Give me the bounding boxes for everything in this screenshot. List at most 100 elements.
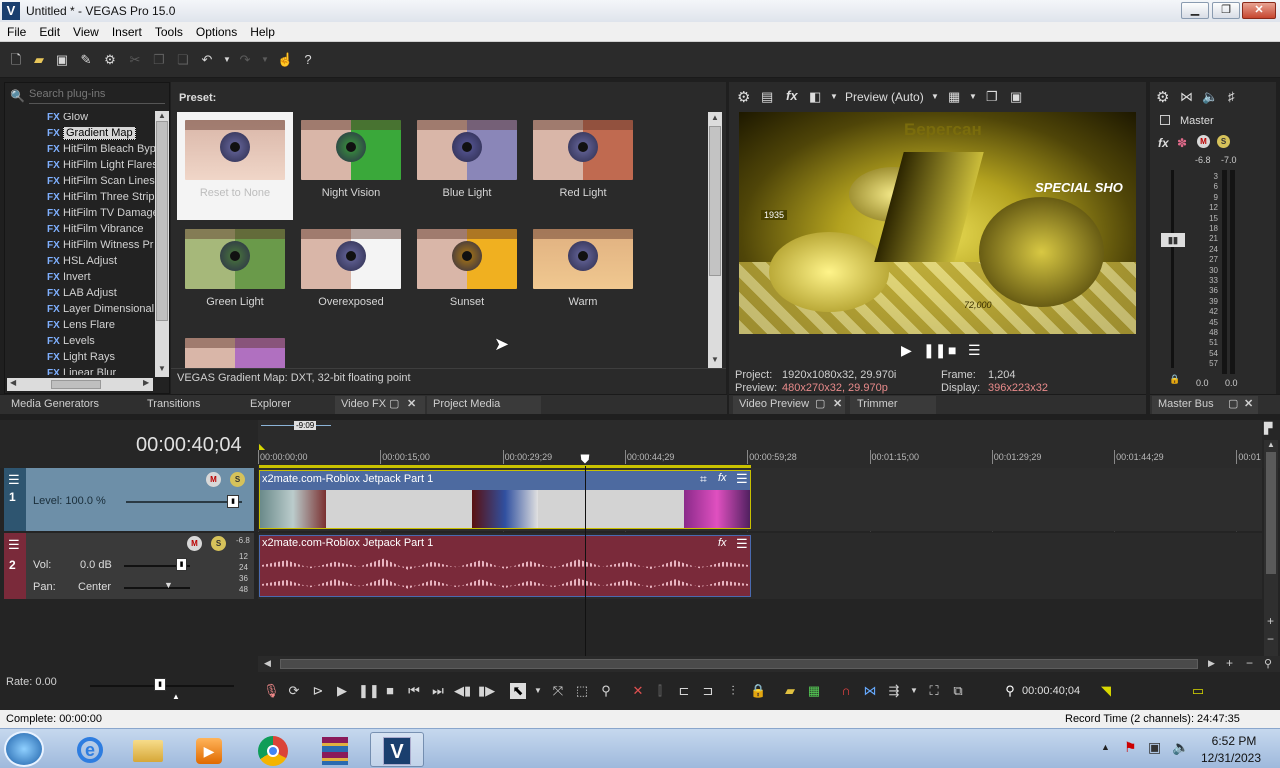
save-as-icon[interactable]: ✎ (78, 52, 94, 68)
file-explorer-icon[interactable] (121, 732, 175, 767)
scroll-right-icon[interactable]: ▶ (143, 378, 149, 387)
track-2-pan-slider-handle[interactable]: ▼ (164, 580, 173, 590)
track-1-solo-icon[interactable]: S (230, 472, 245, 487)
track-1-level-slider-handle[interactable]: ▮ (227, 495, 239, 508)
timeline-scroll-right-icon[interactable]: ▶ (1208, 658, 1215, 669)
master-automation-icon[interactable]: ✽ (1177, 136, 1187, 150)
cursor-position-time[interactable]: 00:00:40;04 (1022, 685, 1080, 697)
whats-this-help-icon[interactable]: ? (300, 52, 316, 68)
video-clip-menu-icon[interactable]: ☰ (736, 471, 748, 487)
go-to-start-icon[interactable]: ⏮ (406, 683, 422, 699)
preset-thumbnail[interactable] (177, 330, 293, 368)
copy-snapshot-icon[interactable]: ❐ (986, 89, 998, 105)
downmix-icon[interactable]: ⋈ (1180, 89, 1193, 105)
selection-tool-icon[interactable]: ⬚ (574, 683, 590, 699)
master-mute-icon[interactable]: M (1197, 135, 1210, 148)
menu-insert[interactable]: Insert (105, 22, 148, 39)
tab-trimmer[interactable]: Trimmer (850, 396, 936, 414)
preview-pause-icon[interactable]: ❚❚ (923, 342, 946, 359)
trim-end-icon[interactable]: ⊐ (700, 683, 716, 699)
go-to-end-icon[interactable]: ⏭ (430, 683, 446, 699)
save-snapshot-icon[interactable]: ▣ (1010, 89, 1022, 105)
preset-thumbnail[interactable]: Green Light (177, 221, 293, 329)
tab-transitions[interactable]: Transitions (147, 398, 200, 410)
plugin-item[interactable]: FX Levels (47, 335, 155, 350)
menu-file[interactable]: File (0, 22, 32, 39)
redo-icon[interactable]: ↷ (237, 52, 253, 68)
menu-edit[interactable]: Edit (32, 22, 66, 39)
plugin-item[interactable]: FX Gradient Map (47, 127, 155, 142)
new-file-icon[interactable]: 🗋 (8, 52, 24, 68)
preview-quality-dropdown[interactable]: Preview (Auto) (845, 90, 924, 104)
preview-settings-gear-icon[interactable]: ⚙ (737, 88, 750, 106)
lock-envelopes-icon[interactable]: ⛶ (926, 683, 942, 699)
auto-ripple-icon[interactable]: ⇶ (886, 683, 902, 699)
play-from-start-icon[interactable]: ⊳ (310, 683, 326, 699)
timeline-hscroll-thumb[interactable] (280, 659, 1198, 669)
plugin-item[interactable]: FX HitFilm Light Flares (47, 159, 155, 174)
volume-icon[interactable]: 🔈 (1172, 739, 1189, 756)
plugin-item[interactable]: FX HitFilm Bleach Byp (47, 143, 155, 158)
close-button[interactable]: ✕ (1242, 2, 1276, 19)
timeline-timecode[interactable]: 00:00:40;04 (136, 434, 242, 457)
track-1-mute-icon[interactable]: M (206, 472, 221, 487)
start-button-icon[interactable] (4, 731, 44, 767)
plugin-item[interactable]: FX LAB Adjust (47, 287, 155, 302)
minimize-button[interactable]: ▁ (1181, 2, 1209, 19)
previous-frame-icon[interactable]: ◀▮ (454, 683, 471, 699)
tab-project-media[interactable]: Project Media (427, 396, 541, 414)
tab-master-bus-close-icon[interactable]: ✕ (1244, 396, 1253, 412)
timeline-vscroll-thumb[interactable] (1266, 452, 1276, 574)
tab-video-fx[interactable]: Video FX ▢ ✕ (335, 396, 425, 414)
clock-time[interactable]: 6:52 PM (1205, 734, 1263, 748)
preset-scroll-down-icon[interactable]: ▼ (711, 355, 719, 364)
preset-thumbnail[interactable]: Blue Light (409, 112, 525, 220)
master-fx-icon[interactable]: fx (1158, 136, 1169, 150)
preset-scroll-thumb[interactable] (709, 126, 721, 276)
tab-video-fx-undock-icon[interactable]: ▢ (389, 396, 399, 412)
plugin-item[interactable]: FX Lens Flare (47, 319, 155, 334)
media-player-icon[interactable]: ▶ (182, 732, 236, 767)
track-1-menu-icon[interactable]: ☰ (8, 472, 20, 488)
preset-thumbnail[interactable]: Reset to None (177, 112, 293, 220)
preview-menu-icon[interactable]: ☰ (968, 342, 981, 359)
loop-playback-icon[interactable]: ⟳ (286, 683, 302, 699)
vegas-pro-taskbar-icon[interactable]: V (370, 732, 424, 767)
tab-explorer[interactable]: Explorer (250, 398, 291, 410)
preset-thumbnail[interactable]: Red Light (525, 112, 641, 220)
internet-explorer-icon[interactable]: e (63, 732, 117, 767)
scroll-left-icon[interactable]: ◀ (10, 378, 16, 387)
properties-gear-icon[interactable]: ⚙ (102, 52, 118, 68)
preview-quality-chevron-icon[interactable]: ▼ (931, 92, 939, 101)
snapping-magnet-icon[interactable]: ∩ (838, 683, 854, 699)
plugin-list-hscroll-thumb[interactable] (51, 380, 101, 389)
track-2-solo-icon[interactable]: S (211, 536, 226, 551)
timeline-hzoom-out-icon[interactable]: − (1246, 656, 1253, 670)
show-hidden-icons-icon[interactable]: ▲ (1101, 742, 1110, 752)
insert-marker-icon[interactable]: ▰ (782, 683, 798, 699)
next-frame-icon[interactable]: ▮▶ (478, 683, 495, 699)
timeline-hscrollbar[interactable]: ◀ ▶ + − ⚲ (258, 656, 1280, 672)
render-hand-icon[interactable]: ☝ (277, 52, 293, 68)
plugin-item[interactable]: FX HitFilm Witness Pr (47, 239, 155, 254)
audio-clip[interactable]: x2mate.com-Roblox Jetpack Part 1 fx ☰ (259, 535, 751, 597)
split-screen-icon[interactable]: ◧ (809, 89, 821, 105)
playhead-line[interactable] (585, 466, 586, 656)
plugin-item[interactable]: FX Layer Dimensional (47, 303, 155, 318)
stop-icon[interactable]: ■ (382, 683, 398, 699)
plugin-item[interactable]: FX HitFilm TV Damage (47, 207, 155, 222)
undo-icon[interactable]: ↶ (199, 52, 215, 68)
play-icon[interactable]: ▶ (334, 683, 350, 699)
scroll-down-icon[interactable]: ▼ (157, 364, 167, 376)
track-2-header[interactable]: ☰ 2 M S Vol: 0.0 dB ▮ Pan: Center ▼ -6.8… (4, 533, 254, 599)
master-fader-handle[interactable]: ▮▮ (1161, 233, 1185, 247)
playhead-marker-icon[interactable]: ⛊ (578, 452, 592, 466)
plugin-item[interactable]: FX HitFilm Vibrance (47, 223, 155, 238)
undo-dropdown-icon[interactable]: ▼ (219, 52, 235, 68)
chrome-icon[interactable] (246, 732, 300, 767)
preset-scrollbar[interactable]: ▲ ▼ (708, 112, 722, 368)
audio-clip-fx-icon[interactable]: fx (718, 537, 727, 549)
timeline-hzoom-in-icon[interactable]: + (1226, 656, 1233, 670)
network-icon[interactable]: ▣ (1148, 739, 1161, 756)
plugin-item[interactable]: FX Linear Blur (47, 367, 155, 375)
